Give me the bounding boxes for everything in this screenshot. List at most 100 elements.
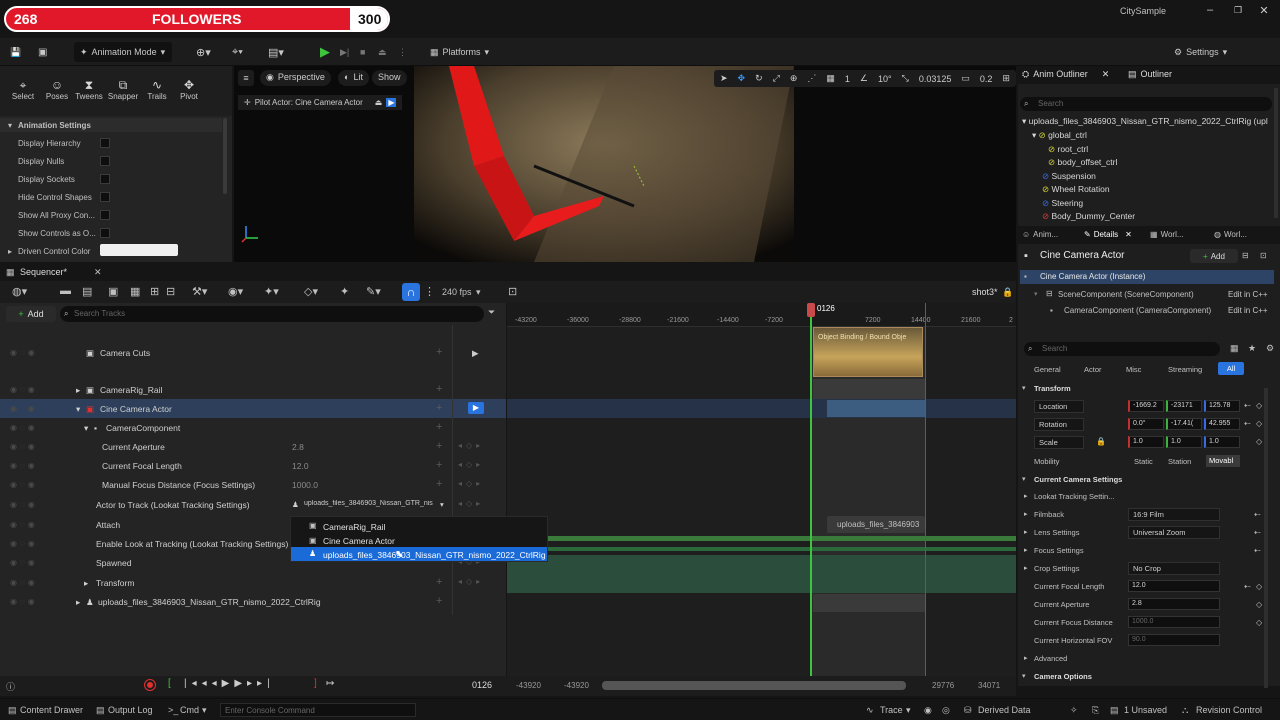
add-key-icon[interactable]: + xyxy=(436,402,442,414)
grid-value[interactable]: 1 xyxy=(845,74,850,84)
grid-snap-icon[interactable]: ▦ xyxy=(826,73,835,84)
playhead-handle[interactable] xyxy=(807,303,815,317)
focus-distance-field[interactable]: 1000.0 xyxy=(1128,616,1220,628)
settings-dropdown[interactable]: ⚙ Settings ▾ xyxy=(1174,42,1227,62)
edit-cpp-link[interactable]: Edit in C++ xyxy=(1228,306,1268,315)
expand-icon[interactable]: ▸ xyxy=(76,597,80,608)
track-actor-to-track[interactable]: ◉◌◉ Actor to Track (Lookat Tracking Sett… xyxy=(0,495,506,514)
record-icon[interactable] xyxy=(144,679,156,691)
focal-length-field[interactable]: 12.0 xyxy=(1128,580,1220,592)
details-search-input[interactable]: ⌕ Search xyxy=(1024,342,1220,356)
tool-tweens[interactable]: ⧗ Tweens xyxy=(72,78,106,101)
camera-cut-thumbnail[interactable]: Object Binding / Bound Obje xyxy=(813,327,923,377)
tab-anim[interactable]: ☺ Anim... xyxy=(1022,230,1058,239)
scale-snap-icon[interactable]: ⤡ xyxy=(902,73,909,84)
reset-icon[interactable]: ⇠ xyxy=(1254,546,1261,555)
visibility-icon[interactable]: ◉◌◉ xyxy=(10,597,38,606)
filter-streaming[interactable]: Streaming xyxy=(1168,365,1202,374)
keyframe-icon[interactable]: ◇ xyxy=(1256,419,1262,428)
details-scrollbar[interactable] xyxy=(1264,388,1268,688)
keyframe-nav-icon[interactable]: ◂◇▸ xyxy=(458,441,484,450)
multiuser-icon[interactable]: ✧ xyxy=(1070,705,1078,716)
output-log-button[interactable]: Output Log xyxy=(108,705,153,715)
visibility-icon[interactable]: ◉◌◉ xyxy=(10,520,38,529)
visibility-icon[interactable]: ◉◌◉ xyxy=(10,423,38,432)
tree-row[interactable]: ⊘ body_offset_ctrl xyxy=(1048,157,1117,168)
camera-section[interactable] xyxy=(827,400,925,417)
keyframe-options-icon[interactable]: ◇▾ xyxy=(304,285,318,298)
reset-icon[interactable]: ⇠ xyxy=(1244,401,1251,410)
reset-icon[interactable]: ⇠ xyxy=(1254,528,1261,537)
color-swatch[interactable] xyxy=(100,244,178,256)
expand-icon[interactable]: ▾ xyxy=(84,423,88,434)
scale-snap-value[interactable]: 0.03125 xyxy=(919,74,952,84)
perspective-button[interactable]: ◉ Perspective xyxy=(260,70,331,86)
tab-details[interactable]: ✎ Details ✕ xyxy=(1084,230,1132,239)
broadcast-icon[interactable]: ◎ xyxy=(942,705,950,716)
expand-icon[interactable]: ▸ xyxy=(84,578,88,589)
save-icon[interactable]: 💾 xyxy=(10,42,21,62)
rotation-dropdown[interactable]: Rotation xyxy=(1034,418,1084,431)
tree-row[interactable]: ⊘ Body_Dummy_Center xyxy=(1042,211,1135,222)
tab-outliner[interactable]: ▤ Outliner xyxy=(1128,69,1172,80)
viewport-menu-icon[interactable]: ≡ xyxy=(238,70,254,86)
filmback-label[interactable]: Filmback xyxy=(1034,510,1064,519)
timeline-scrollbar[interactable] xyxy=(602,681,906,690)
record-icon[interactable]: ◉ xyxy=(924,705,932,716)
horizontal-fov-field[interactable]: 90.0 xyxy=(1128,634,1220,646)
filter-all[interactable]: All xyxy=(1218,362,1244,375)
tree-row[interactable]: ⊘ Steering xyxy=(1042,198,1083,209)
visibility-icon[interactable]: ◉◌◉ xyxy=(10,404,38,413)
scrollbar[interactable] xyxy=(223,118,227,194)
tool-pivot[interactable]: ✥ Pivot xyxy=(172,78,206,101)
keyframe-icon[interactable]: ◇ xyxy=(1256,618,1262,627)
setting-checkbox[interactable] xyxy=(100,156,110,166)
lens-settings-label[interactable]: Lens Settings xyxy=(1034,528,1079,537)
visibility-icon[interactable]: ◉◌◉ xyxy=(10,578,38,587)
fps-dropdown[interactable]: 240 fps xyxy=(442,287,472,297)
tab-sequencer[interactable]: Sequencer* xyxy=(20,267,67,277)
more-icon[interactable]: ⋮ xyxy=(398,42,407,62)
reset-icon[interactable]: ⇠ xyxy=(1254,510,1261,519)
camera-lock-icon[interactable]: ▶ xyxy=(386,98,397,107)
console-icon[interactable]: >_ xyxy=(168,705,178,715)
visibility-icon[interactable]: ◉◌◉ xyxy=(10,442,38,451)
translate-tool-icon[interactable]: ✥ xyxy=(738,73,746,84)
playback-range-start[interactable]: -43920 xyxy=(564,681,589,690)
add-key-icon[interactable]: + xyxy=(436,346,442,358)
stop-icon[interactable]: ■ xyxy=(360,42,365,62)
filmback-dropdown[interactable]: 16:9 Film xyxy=(1128,508,1220,521)
expand-icon[interactable]: ▾ xyxy=(76,404,80,415)
camera-lock-icon[interactable]: ▶ xyxy=(472,348,479,359)
visibility-icon[interactable]: ◉◌◉ xyxy=(10,348,38,357)
expand-icon[interactable]: ▸ xyxy=(76,385,80,396)
tab-anim-outliner[interactable]: ⛭ Anim Outliner ✕ xyxy=(1022,69,1109,80)
add-key-icon[interactable]: + xyxy=(436,478,442,490)
track-cine-camera-actor[interactable]: ◉◌◉ ▾ ▣ Cine Camera Actor + ▶ xyxy=(0,399,506,418)
scale-z-field[interactable]: 1.0 xyxy=(1204,436,1240,448)
restore-icon[interactable]: ❐ xyxy=(1230,2,1246,18)
location-dropdown[interactable]: Location xyxy=(1034,400,1084,413)
scale-dropdown[interactable]: Scale xyxy=(1034,436,1084,449)
filter-misc[interactable]: Misc xyxy=(1126,365,1141,374)
close-tab-icon[interactable]: ✕ xyxy=(94,267,102,278)
setting-checkbox[interactable] xyxy=(100,228,110,238)
world-icon[interactable]: ◍▾ xyxy=(12,285,27,298)
source-icon[interactable]: ⎘ xyxy=(1092,705,1099,716)
add-key-icon[interactable]: + xyxy=(436,440,442,452)
lit-button[interactable]: ◐ Lit xyxy=(338,70,369,86)
camera-options-header[interactable]: Camera Options xyxy=(1034,672,1092,681)
animation-settings-header[interactable]: ▾ Animation Settings xyxy=(0,118,222,132)
crop-settings-label[interactable]: Crop Settings xyxy=(1034,564,1079,573)
keyframe-nav-icon[interactable]: ◂◇▸ xyxy=(458,479,484,488)
view-range-start[interactable]: -43920 xyxy=(516,681,541,690)
content-drawer-button[interactable]: Content Drawer xyxy=(20,705,83,715)
revision-control-icon[interactable]: ⛬ xyxy=(1182,705,1188,716)
cinematics-icon[interactable]: ▤▾ xyxy=(268,42,284,62)
transform-section-header[interactable]: Transform xyxy=(1034,384,1071,393)
add-key-icon[interactable]: + xyxy=(436,421,442,433)
reset-icon[interactable]: ⇠ xyxy=(1244,419,1251,428)
setting-checkbox[interactable] xyxy=(100,138,110,148)
rotate-tool-icon[interactable]: ↻ xyxy=(755,73,763,84)
lock-icon[interactable]: 🔒 xyxy=(1002,287,1013,298)
